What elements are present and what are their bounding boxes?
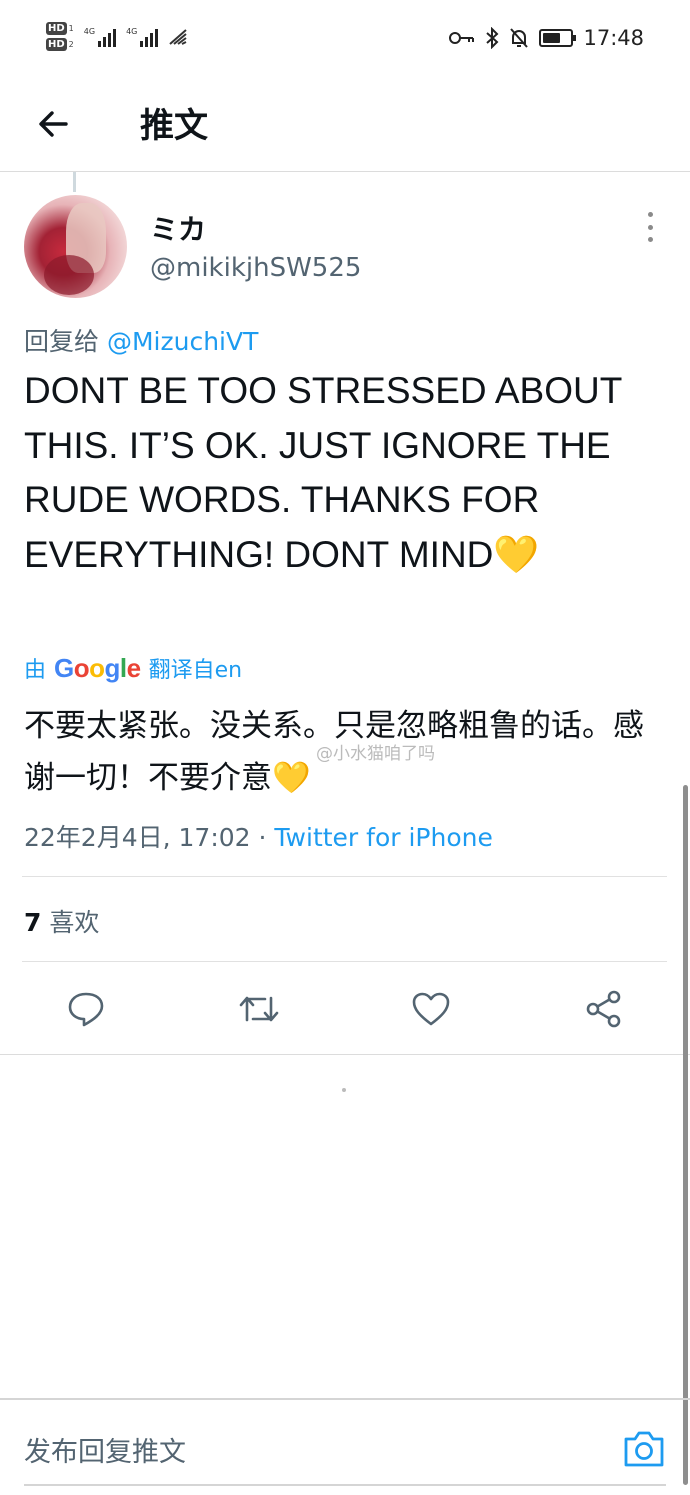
bell-muted-icon <box>510 28 529 48</box>
watermark: @小水猫咱了吗 <box>316 744 435 764</box>
share-icon <box>586 990 621 1028</box>
reply-mention-link[interactable]: @MizuchiVT <box>107 327 258 356</box>
reply-composer[interactable]: 发布回复推文 <box>0 1398 690 1495</box>
status-bar: HD 1 HD 2 4G 4G 17:48 <box>0 0 690 80</box>
page-title: 推文 <box>140 106 208 146</box>
tweet-meta: 22年2月4日, 17:02 · Twitter for iPhone <box>24 823 493 852</box>
translation-attribution: 由 Google 翻译自en <box>24 652 243 684</box>
app-header: 推文 <box>0 80 690 172</box>
like-button[interactable] <box>407 985 455 1033</box>
retweet-button[interactable] <box>235 985 283 1033</box>
share-button[interactable] <box>580 985 628 1033</box>
comment-icon <box>68 992 104 1027</box>
compose-placeholder[interactable]: 发布回复推文 <box>24 1430 186 1469</box>
network-indicators: HD 1 HD 2 4G 4G <box>46 22 188 51</box>
bluetooth-icon <box>486 27 499 49</box>
reply-to-line: 回复给 @MizuchiVT <box>24 327 259 356</box>
tweet-text: DONT BE TOO STRESSED ABOUT THIS. IT’S OK… <box>24 370 622 575</box>
timestamp: 22年2月4日, 17:02 <box>24 823 251 852</box>
composer-underline <box>24 1484 666 1486</box>
author-name[interactable]: ミカ <box>150 208 206 248</box>
divider <box>22 961 667 962</box>
wifi-icon <box>169 28 188 45</box>
divider <box>0 1054 690 1055</box>
heart-icon <box>412 992 450 1026</box>
key-icon <box>449 32 475 44</box>
reply-button[interactable] <box>62 985 110 1033</box>
source-link[interactable]: Twitter for iPhone <box>274 823 492 852</box>
battery-icon <box>539 29 577 47</box>
divider <box>22 876 667 877</box>
avatar[interactable] <box>24 195 127 298</box>
hd-badge-1: HD <box>46 22 67 35</box>
signal-icon-1: 4G <box>84 27 117 47</box>
retweet-icon <box>239 996 279 1022</box>
signal-icon-2: 4G <box>126 27 159 47</box>
clock: 17:48 <box>583 26 644 50</box>
yellow-heart-emoji: 💛 <box>493 533 540 575</box>
likes-count[interactable]: 7 喜欢 <box>24 903 99 939</box>
status-icons: 17:48 <box>449 26 644 50</box>
google-logo: Google <box>54 652 141 683</box>
action-bar <box>0 985 690 1035</box>
camera-icon[interactable] <box>622 1427 666 1471</box>
scrollbar[interactable] <box>683 785 688 1485</box>
thread-connector <box>73 172 76 192</box>
arrow-left-icon[interactable] <box>34 104 74 144</box>
author-handle[interactable]: @mikikjhSW525 <box>150 253 361 283</box>
loading-dot <box>342 1088 346 1092</box>
hd-badge-2: HD <box>46 38 67 51</box>
more-options-icon[interactable] <box>640 212 660 242</box>
